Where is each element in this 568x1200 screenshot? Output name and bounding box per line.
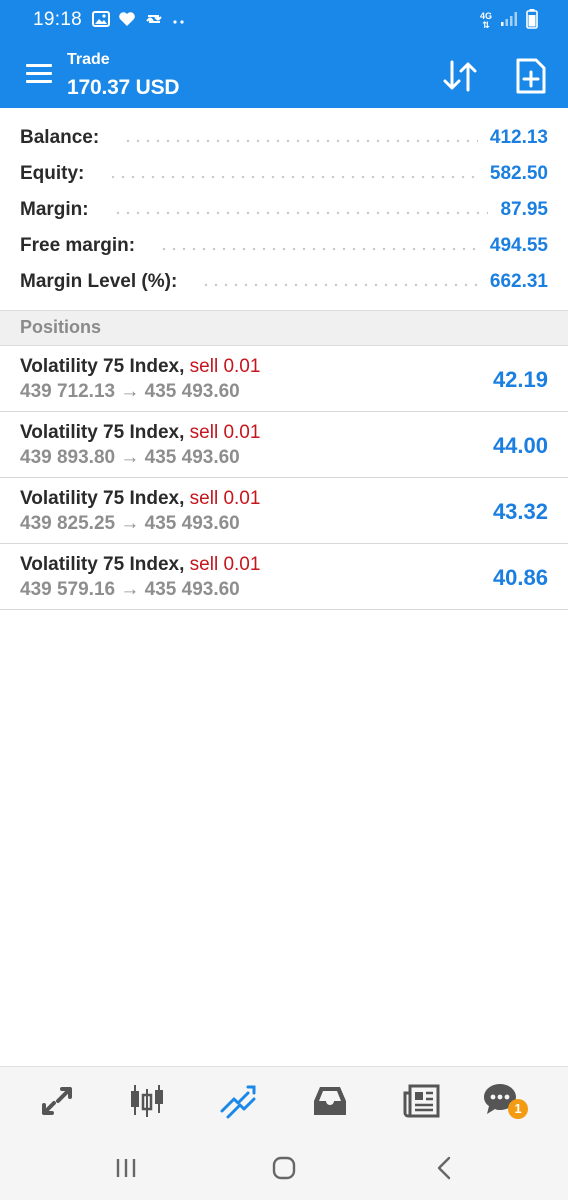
position-row[interactable]: Volatility 75 Index, sell 0.01 439 712.1… xyxy=(0,346,568,412)
top-bar: 19:18 4G ⇅ Trade 170.37 USD xyxy=(0,0,568,108)
summary-label: Balance: xyxy=(20,127,100,148)
position-symbol: Volatility 75 Index, xyxy=(20,422,185,443)
summary-label: Margin Level (%): xyxy=(20,271,178,292)
position-title: Volatility 75 Index, sell 0.01 xyxy=(20,356,260,378)
position-symbol: Volatility 75 Index, xyxy=(20,356,185,377)
news-icon xyxy=(403,1084,440,1118)
dotted-leader xyxy=(159,247,478,251)
image-icon xyxy=(92,10,110,32)
more-dots-icon xyxy=(172,12,186,30)
summary-value: 87.95 xyxy=(500,199,548,220)
nav-news[interactable] xyxy=(401,1081,441,1121)
quotes-icon xyxy=(42,1087,72,1115)
network-type-label: 4G xyxy=(479,11,492,21)
summary-label: Equity: xyxy=(20,163,85,184)
dotted-leader xyxy=(112,211,489,215)
summary-row-equity: Equity: 582.50 xyxy=(0,156,568,192)
dotted-leader xyxy=(108,175,478,179)
nav-chat[interactable]: 1 xyxy=(482,1081,528,1121)
summary-value: 662.31 xyxy=(489,271,548,292)
position-symbol: Volatility 75 Index, xyxy=(20,554,185,575)
status-bar: 19:18 4G ⇅ xyxy=(0,0,568,42)
position-row[interactable]: Volatility 75 Index, sell 0.01 439 825.2… xyxy=(0,478,568,544)
position-profit: 44.00 xyxy=(492,433,548,458)
signal-icon xyxy=(500,11,518,32)
sync-icon xyxy=(144,11,164,32)
history-icon xyxy=(314,1087,346,1115)
position-title: Volatility 75 Index, sell 0.01 xyxy=(20,554,260,576)
recent-apps-button[interactable] xyxy=(112,1154,142,1182)
position-type: sell 0.01 xyxy=(189,356,261,377)
positions-list: Volatility 75 Index, sell 0.01 439 712.1… xyxy=(0,346,568,610)
summary-row-balance: Balance: 412.13 xyxy=(0,120,568,156)
summary-label: Free margin: xyxy=(20,235,136,256)
status-left-icons xyxy=(92,10,186,32)
position-symbol: Volatility 75 Index, xyxy=(20,488,185,509)
position-prices: 439 579.16 → 435 493.60 xyxy=(20,579,240,600)
status-right-icons: 4G ⇅ xyxy=(479,8,538,34)
position-profit: 43.32 xyxy=(492,499,548,524)
recent-apps-icon xyxy=(116,1159,136,1177)
position-type: sell 0.01 xyxy=(189,422,261,443)
position-prices: 439 825.25 → 435 493.60 xyxy=(20,513,240,534)
system-navigation-bar xyxy=(0,1134,568,1200)
position-profit: 42.19 xyxy=(492,367,548,392)
chart-icon xyxy=(131,1085,163,1117)
position-row[interactable]: Volatility 75 Index, sell 0.01 439 579.1… xyxy=(0,544,568,610)
position-title: Volatility 75 Index, sell 0.01 xyxy=(20,422,260,444)
positions-header-label: Positions xyxy=(20,317,102,337)
position-title: Volatility 75 Index, sell 0.01 xyxy=(20,488,260,510)
status-time: 19:18 xyxy=(33,9,83,30)
home-button[interactable] xyxy=(269,1154,299,1182)
account-summary: Balance: 412.13 Equity: 582.50 Margin: 8… xyxy=(0,120,568,300)
profit-total: 170.37 USD xyxy=(67,76,180,99)
summary-row-margin-level: Margin Level (%): 662.31 xyxy=(0,264,568,300)
position-type: sell 0.01 xyxy=(189,488,261,509)
summary-value: 582.50 xyxy=(489,163,548,184)
page-title: Trade xyxy=(67,51,110,68)
nav-quotes[interactable] xyxy=(36,1081,76,1121)
positions-header: Positions xyxy=(0,310,568,346)
position-profit: 40.86 xyxy=(492,565,548,590)
nav-history[interactable] xyxy=(310,1081,350,1121)
position-type: sell 0.01 xyxy=(189,554,261,575)
bottom-navigation: 1 xyxy=(0,1066,568,1134)
home-icon xyxy=(272,1156,296,1180)
trade-icon xyxy=(220,1085,256,1119)
summary-row-margin: Margin: 87.95 xyxy=(0,192,568,228)
new-order-button[interactable] xyxy=(515,57,547,95)
nav-chart[interactable] xyxy=(127,1081,167,1121)
dotted-leader xyxy=(123,139,478,143)
summary-value: 412.13 xyxy=(489,127,548,148)
summary-label: Margin: xyxy=(20,199,89,220)
dotted-leader xyxy=(201,283,478,287)
summary-row-free-margin: Free margin: 494.55 xyxy=(0,228,568,264)
network-4g-icon: 4G ⇅ xyxy=(479,11,492,30)
sort-button[interactable] xyxy=(440,56,480,96)
nav-trade[interactable] xyxy=(218,1081,258,1121)
back-icon xyxy=(437,1156,451,1180)
new-order-icon xyxy=(516,58,546,94)
menu-button[interactable] xyxy=(26,64,52,86)
summary-value: 494.55 xyxy=(489,235,548,256)
battery-icon xyxy=(526,8,538,34)
sort-icon xyxy=(443,60,477,92)
back-button[interactable] xyxy=(430,1154,460,1182)
app-bar: Trade 170.37 USD xyxy=(0,42,568,108)
position-prices: 439 712.13 → 435 493.60 xyxy=(20,381,240,402)
position-row[interactable]: Volatility 75 Index, sell 0.01 439 893.8… xyxy=(0,412,568,478)
position-prices: 439 893.80 → 435 493.60 xyxy=(20,447,240,468)
heart-icon xyxy=(118,11,136,32)
notification-badge: 1 xyxy=(508,1099,528,1119)
